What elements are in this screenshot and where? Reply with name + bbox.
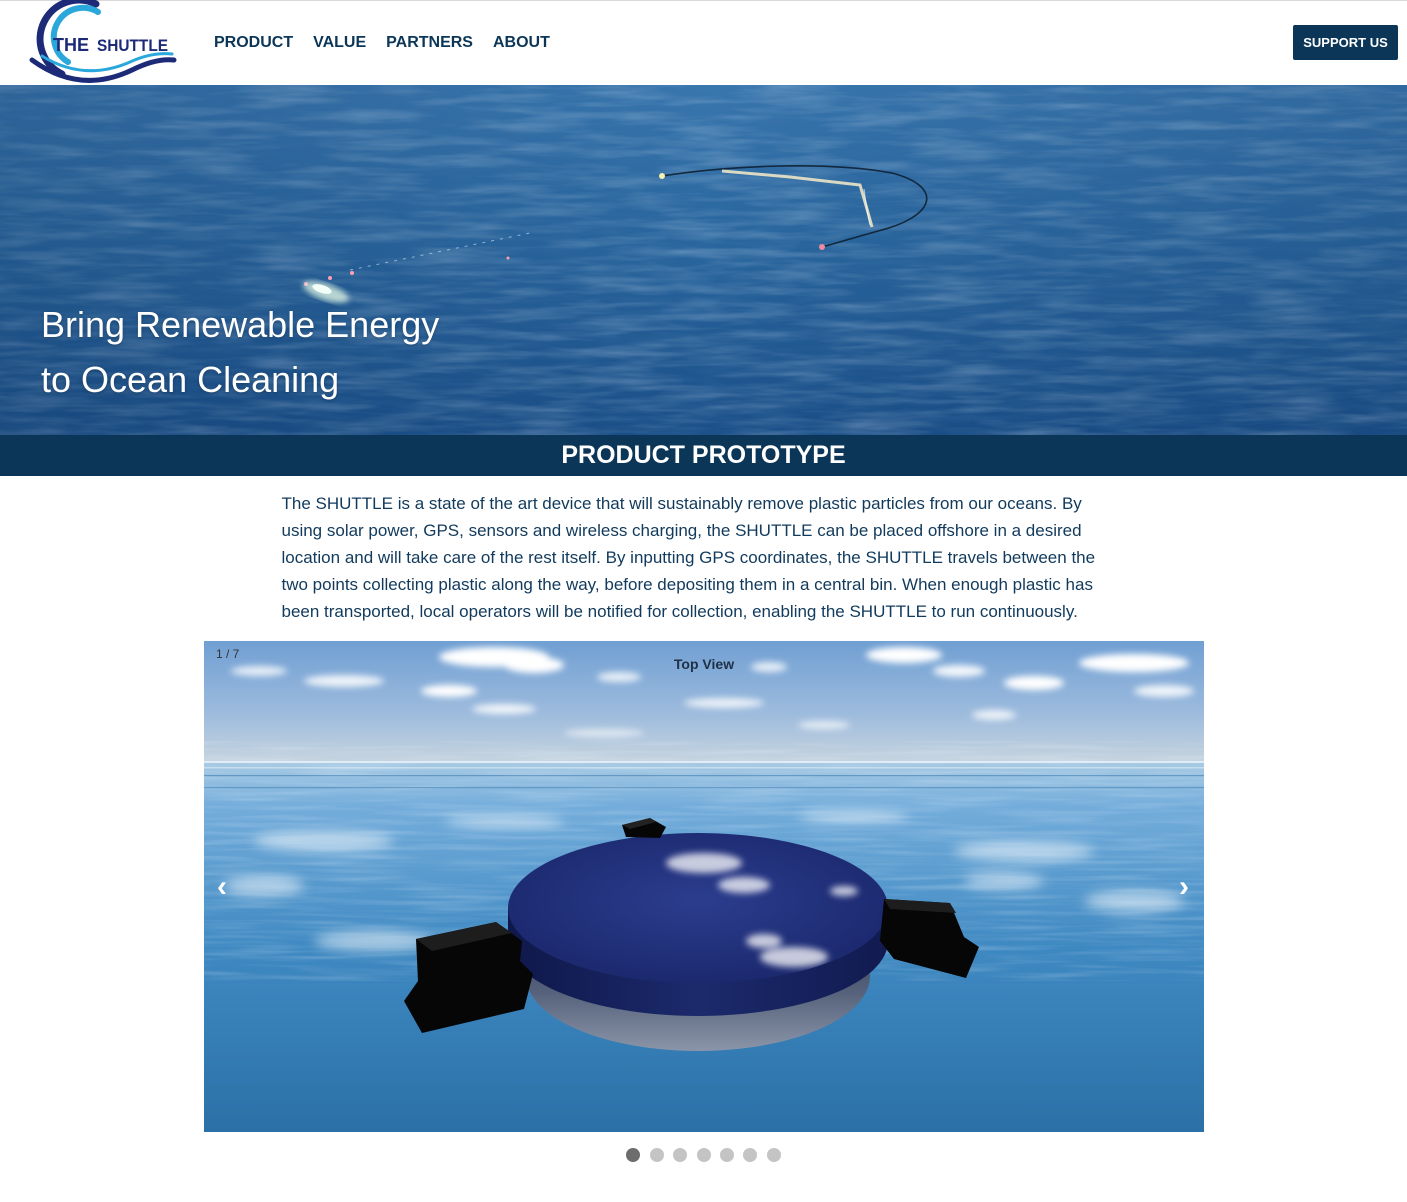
section-title: PRODUCT PROTOTYPE [561,441,846,469]
the-shuttle-logo[interactable]: THE SHUTTLE [22,0,178,85]
nav-item-value[interactable]: VALUE [313,34,366,52]
carousel-dots [0,1148,1407,1162]
shuttle-render-image [204,641,1204,1132]
hero-headline-line-1: Bring Renewable Energy [41,304,440,345]
nav-item-product[interactable]: PRODUCT [214,34,293,52]
product-description: The SHUTTLE is a state of the art device… [281,494,1096,621]
carousel-dot[interactable] [766,1148,781,1162]
logo-word-the: THE [53,35,89,55]
support-us-button[interactable]: SUPPORT US [1293,25,1398,60]
carousel-dot[interactable] [719,1148,734,1162]
carousel-dot[interactable] [626,1148,641,1162]
nav-item-about[interactable]: ABOUT [493,34,550,52]
chevron-left-icon[interactable]: ‹ [217,871,227,902]
hero-headline: Bring Renewable Energy to Ocean Cleaning [41,297,439,407]
chevron-right-icon[interactable]: › [1179,871,1189,902]
slide-caption: Top View [673,656,735,672]
carousel-dot[interactable] [649,1148,664,1162]
hero-headline-line-2: to Ocean Cleaning [41,359,340,400]
hero-banner: Bring Renewable Energy to Ocean Cleaning [0,85,1407,435]
carousel-dot[interactable] [743,1148,758,1162]
nav-item-partners[interactable]: PARTNERS [386,34,473,52]
carousel-dot[interactable] [673,1148,688,1162]
product-carousel: 1 / 7 Top View ‹ › [204,641,1204,1132]
logo-word-shuttle: SHUTTLE [97,36,168,55]
site-header: THE SHUTTLE PRODUCT VALUE PARTNERS ABOUT… [0,0,1407,85]
carousel-dot[interactable] [696,1148,711,1162]
section-title-bar: PRODUCT PROTOTYPE [0,435,1407,476]
main-nav: PRODUCT VALUE PARTNERS ABOUT [214,1,550,85]
